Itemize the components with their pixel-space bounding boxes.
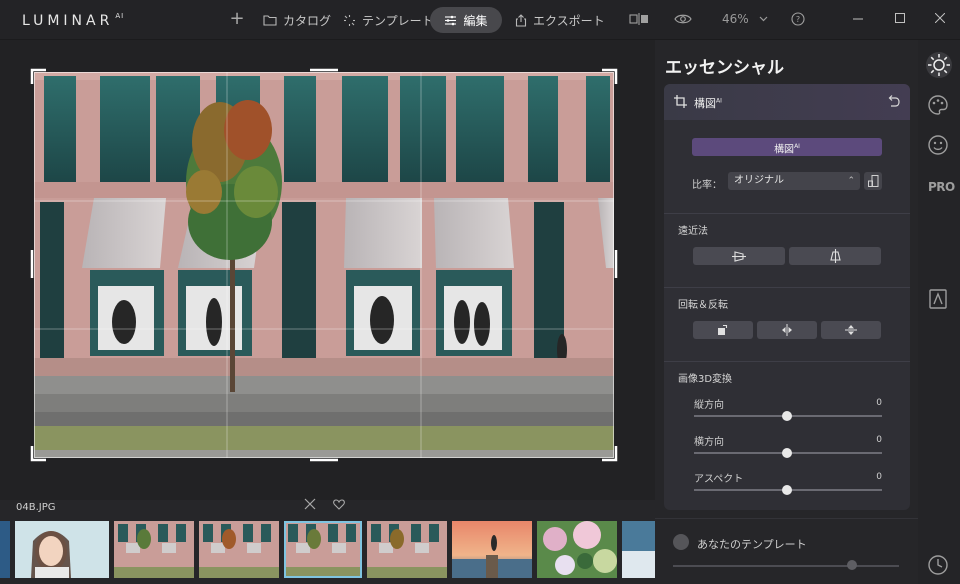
- aspect-slider-label: アスペクト: [694, 474, 744, 485]
- vertical-slider-knob[interactable]: [782, 411, 792, 421]
- filmstrip-thumbnail[interactable]: [0, 521, 10, 578]
- horizontal-perspective-icon: [732, 250, 746, 262]
- chevron-down-icon: [759, 16, 768, 22]
- template-amount-knob[interactable]: [847, 560, 857, 570]
- sparkle-icon: [344, 14, 355, 26]
- palette-icon[interactable]: [927, 94, 949, 116]
- perspective-label: 遠近法: [678, 226, 708, 237]
- flip-vertical-button[interactable]: [821, 321, 881, 339]
- tool-header[interactable]: 構図AI: [664, 84, 910, 120]
- minimize-icon[interactable]: [853, 18, 863, 20]
- horizontal-slider-knob[interactable]: [782, 448, 792, 458]
- template-toggle[interactable]: [673, 534, 689, 550]
- filmstrip-thumbnail-selected[interactable]: [284, 521, 362, 578]
- filmstrip-thumbnail[interactable]: [15, 521, 109, 578]
- divider: [664, 213, 910, 214]
- flip-vertical-icon: [845, 325, 857, 335]
- vertical-perspective-button[interactable]: [789, 247, 881, 265]
- filmstrip-thumbnail[interactable]: [622, 521, 655, 578]
- reset-icon[interactable]: [887, 95, 900, 107]
- help-icon[interactable]: ?: [791, 12, 805, 26]
- aspect-slider-value: 0: [876, 472, 882, 482]
- horizontal-slider-label: 横方向: [694, 437, 724, 448]
- reject-icon[interactable]: [304, 498, 316, 510]
- history-clock-icon[interactable]: [927, 554, 949, 576]
- filmstrip: [0, 521, 655, 578]
- tab-export[interactable]: エクスポート: [515, 7, 605, 33]
- divider: [664, 361, 910, 362]
- filmstrip-thumbnail[interactable]: [199, 521, 279, 578]
- tab-catalog[interactable]: カタログ: [263, 7, 331, 33]
- panel-title: エッセンシャル: [665, 58, 784, 78]
- aspect-slider-knob[interactable]: [782, 485, 792, 495]
- orientation-icon: [868, 175, 879, 187]
- my-templates-bar: あなたのテンプレート: [655, 518, 918, 584]
- top-bar: LUMINAR AI + カタログ テンプレート 編集 エクスポート 46% ?: [0, 0, 960, 40]
- close-icon[interactable]: [935, 13, 945, 23]
- flip-horizontal-button[interactable]: [757, 321, 817, 339]
- sliders-icon: [445, 15, 457, 25]
- svg-text:?: ?: [796, 15, 800, 24]
- horizontal-slider-value: 0: [876, 435, 882, 445]
- export-icon: [515, 13, 527, 27]
- app-logo: LUMINAR AI: [22, 12, 125, 29]
- pro-icon[interactable]: PRO: [928, 180, 955, 194]
- folder-icon: [263, 14, 277, 26]
- compose-ai-button[interactable]: 構図AI: [692, 138, 882, 156]
- maximize-icon[interactable]: [895, 13, 905, 23]
- tab-templates[interactable]: テンプレート: [343, 7, 434, 33]
- vertical-slider-value: 0: [876, 398, 882, 408]
- vertical-slider-label: 縦方向: [694, 400, 724, 411]
- ratio-label: 比率：: [692, 180, 722, 191]
- ratio-select[interactable]: オリジナル ⌃: [728, 172, 860, 190]
- zoom-value: 46%: [722, 12, 749, 26]
- updown-chevron-icon: ⌃: [847, 176, 855, 186]
- my-templates-label: あなたのテンプレート: [697, 538, 807, 551]
- zoom-selector[interactable]: 46%: [722, 12, 768, 26]
- flip-horizontal-icon: [782, 324, 792, 336]
- crop-icon: [674, 95, 687, 108]
- transform-3d-label: 画像3D変換: [678, 374, 733, 385]
- tool-category-rail: PRO: [918, 40, 960, 584]
- tab-catalog-label: カタログ: [283, 13, 332, 28]
- template-amount-track[interactable]: [673, 565, 899, 567]
- rotate-button[interactable]: [693, 321, 753, 339]
- tool-title: 構図AI: [694, 97, 722, 110]
- rotate-icon: [718, 324, 728, 335]
- filmstrip-thumbnail[interactable]: [537, 521, 617, 578]
- face-icon[interactable]: [927, 134, 949, 156]
- eye-icon[interactable]: [674, 13, 692, 25]
- tab-edit[interactable]: 編集: [430, 7, 502, 33]
- add-photos-button[interactable]: +: [229, 8, 245, 29]
- composition-tool-card: 構図AI 構図AI 比率： オリジナル ⌃ 遠近法 回転＆反転 画像3D変換 縦…: [664, 84, 910, 510]
- filmstrip-thumbnail[interactable]: [114, 521, 194, 578]
- tab-edit-label: 編集: [463, 13, 488, 28]
- filmstrip-thumbnail[interactable]: [367, 521, 447, 578]
- tab-templates-label: テンプレート: [362, 13, 434, 28]
- sun-icon[interactable]: [925, 51, 953, 79]
- tab-export-label: エクスポート: [533, 13, 605, 28]
- rotate-flip-label: 回転＆反転: [678, 300, 728, 311]
- orientation-button[interactable]: [864, 172, 882, 190]
- compare-icon[interactable]: [629, 12, 649, 26]
- crop-handles[interactable]: [30, 68, 618, 462]
- vertical-perspective-icon: [829, 249, 841, 263]
- heart-icon[interactable]: [333, 499, 345, 510]
- horizontal-perspective-button[interactable]: [693, 247, 785, 265]
- current-filename: 04B.JPG: [16, 502, 56, 513]
- filmstrip-thumbnail[interactable]: [452, 521, 532, 578]
- ratio-value: オリジナル: [734, 175, 784, 186]
- divider: [664, 287, 910, 288]
- canvas-icon[interactable]: [927, 288, 949, 310]
